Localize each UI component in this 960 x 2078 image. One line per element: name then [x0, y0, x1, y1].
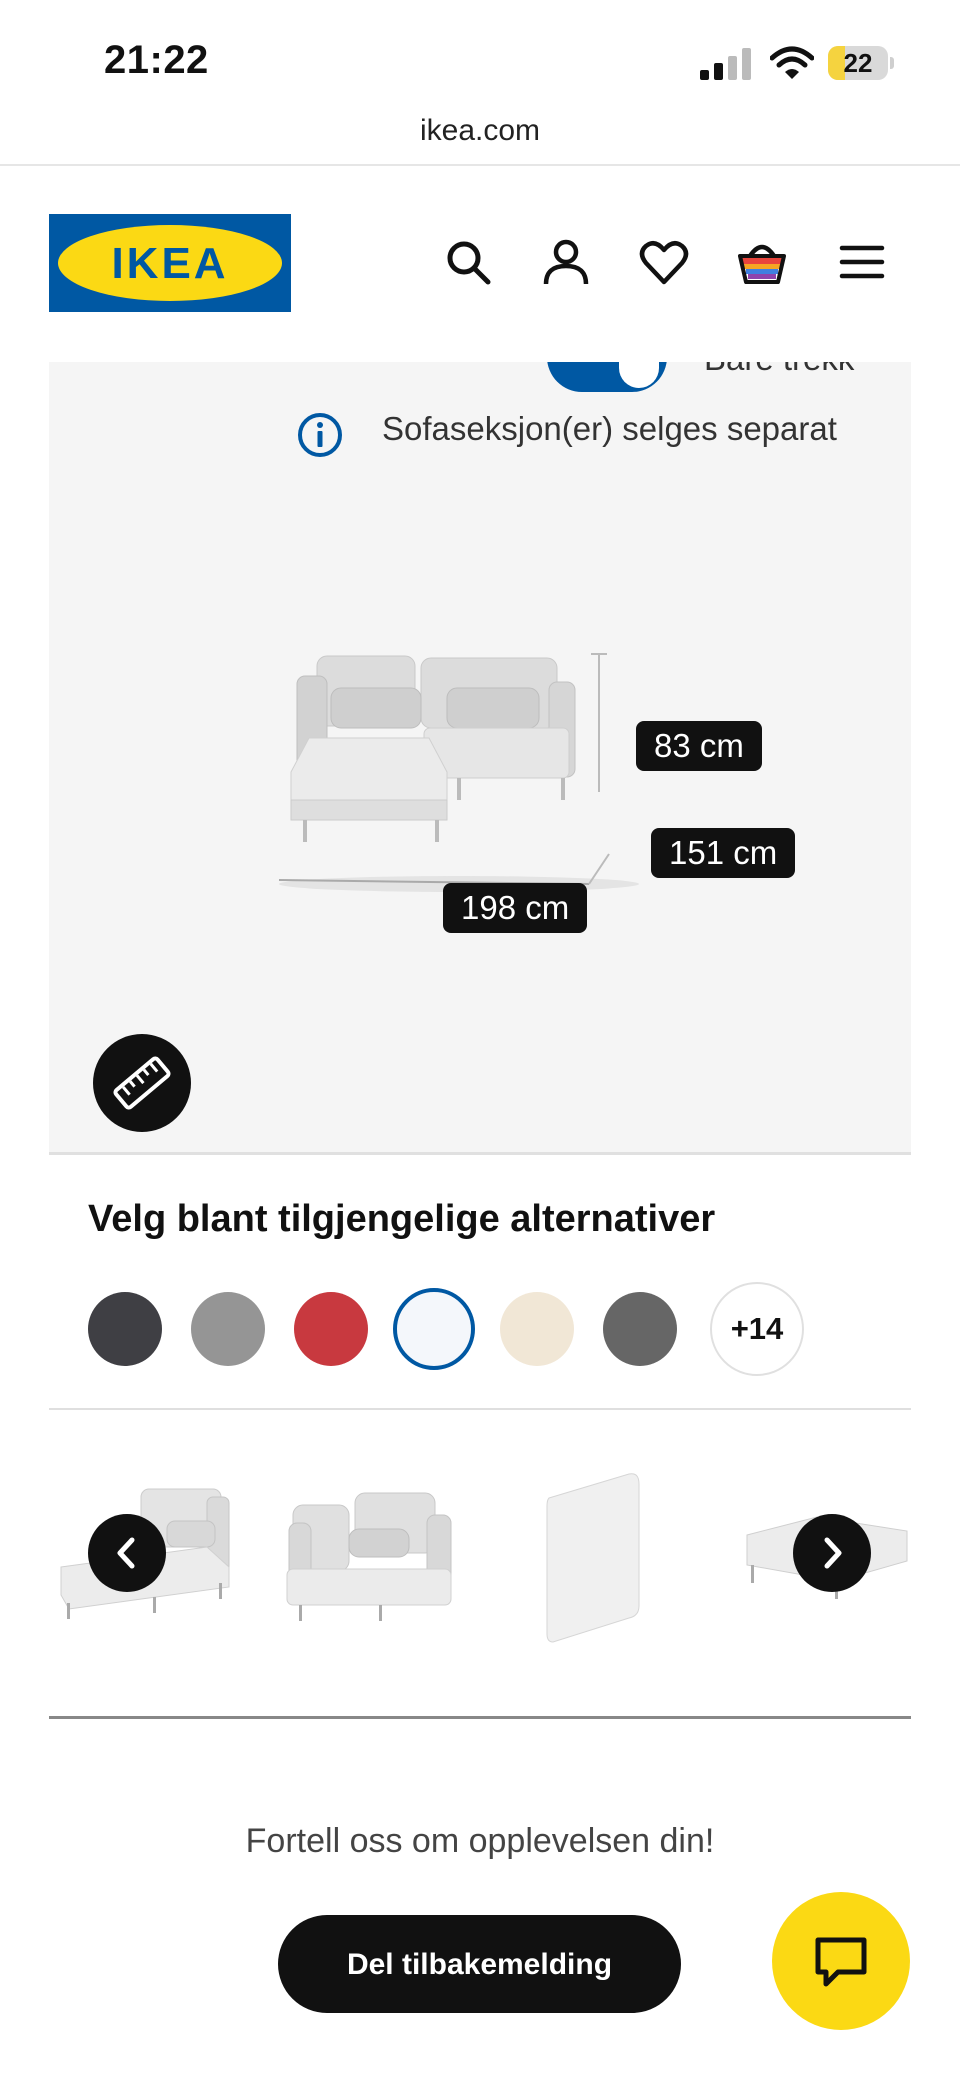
battery-level: 22	[843, 48, 873, 78]
svg-text:IKEA: IKEA	[111, 239, 228, 288]
chevron-right-icon	[824, 1537, 842, 1569]
address-bar-url[interactable]: ikea.com	[0, 114, 960, 148]
color-swatch[interactable]	[603, 1292, 677, 1366]
height-dimension-label: 83 cm	[636, 721, 762, 771]
related-products-carousel	[49, 1455, 911, 1665]
color-swatch[interactable]	[500, 1292, 574, 1366]
depth-dimension-label: 151 cm	[651, 828, 796, 878]
panel-divider	[49, 1152, 911, 1155]
battery-indicator: 22	[828, 46, 888, 80]
carousel-prev-button[interactable]	[88, 1514, 166, 1592]
info-icon[interactable]	[297, 412, 343, 458]
variants-title: Velg blant tilgjengelige alternativer	[88, 1198, 716, 1240]
sofa-image[interactable]	[269, 642, 689, 902]
color-swatch[interactable]	[294, 1292, 368, 1366]
measure-button[interactable]	[93, 1034, 191, 1132]
ruler-icon	[113, 1056, 171, 1110]
status-time: 21:22	[104, 38, 209, 82]
info-text: Sofaseksjon(er) selges separat	[382, 410, 837, 447]
more-variants-button[interactable]: +14	[710, 1282, 804, 1376]
feedback-prompt: Fortell oss om opplevelsen din!	[245, 1822, 715, 1860]
cellular-signal-icon	[700, 48, 751, 80]
color-swatch[interactable]	[88, 1292, 162, 1366]
ikea-logo-graphic: IKEA	[58, 225, 282, 301]
toggle-label: Bare trekk	[704, 362, 854, 378]
heart-icon[interactable]	[638, 236, 690, 288]
product-image-panel: Bare trekk Sofaseksjon(er) selges separa…	[49, 362, 911, 1152]
chat-button[interactable]	[772, 1892, 910, 2030]
variants-divider	[49, 1408, 911, 1410]
chat-bubble-icon	[815, 1937, 867, 1987]
carousel-divider	[49, 1716, 911, 1719]
carousel-next-button[interactable]	[793, 1514, 871, 1592]
carousel-item-cushion[interactable]	[539, 1470, 649, 1645]
battery-tip	[890, 57, 894, 69]
wifi-icon	[770, 46, 814, 79]
color-swatch[interactable]	[191, 1292, 265, 1366]
menu-icon[interactable]	[836, 236, 888, 288]
carousel-item-corner[interactable]	[279, 1485, 459, 1635]
width-dimension-label: 198 cm	[443, 883, 588, 933]
ikea-logo[interactable]: IKEA	[49, 214, 291, 312]
color-swatch[interactable]	[393, 1288, 475, 1370]
search-icon[interactable]	[442, 236, 494, 288]
share-feedback-button[interactable]: Del tilbakemelding	[278, 1915, 681, 2013]
account-icon[interactable]	[540, 236, 592, 288]
browser-divider	[0, 164, 960, 166]
basket-icon[interactable]	[736, 236, 788, 288]
chevron-left-icon	[117, 1537, 135, 1569]
